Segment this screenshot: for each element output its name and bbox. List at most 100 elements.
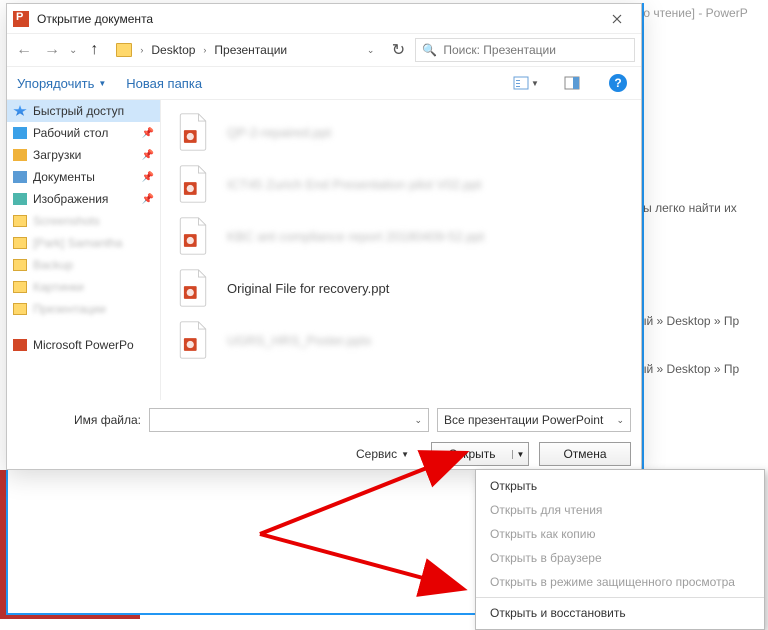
nav-recent-dropdown[interactable]: ⌄ <box>69 45 77 56</box>
filetype-select[interactable]: Все презентации PowerPoint⌄ <box>437 408 631 432</box>
pin-icon: 📌 <box>142 172 154 183</box>
ppt-file-icon <box>173 268 213 308</box>
folder-icon <box>116 43 132 57</box>
ppt-file-icon <box>173 320 213 360</box>
sidebar-item-folder[interactable]: Картинки <box>7 276 160 298</box>
folder-icon <box>13 259 27 271</box>
file-row[interactable]: UGRS_HRS_Poster.pptx <box>169 314 633 366</box>
dialog-titlebar[interactable]: Открытие документа <box>7 4 641 34</box>
dialog-toolbar: Упорядочить▼ Новая папка ▼ ? <box>7 66 641 100</box>
star-icon <box>13 105 27 117</box>
file-name: UGRS_HRS_Poster.pptx <box>227 333 372 348</box>
file-row[interactable]: QP-2-repaired.ppt <box>169 106 633 158</box>
sidebar-item-documents[interactable]: Документы📌 <box>7 166 160 188</box>
sidebar-item-folder[interactable]: Презентации <box>7 298 160 320</box>
sidebar-item-folder[interactable]: [Park] Samantha <box>7 232 160 254</box>
search-input[interactable]: 🔍 Поиск: Презентации <box>415 38 635 62</box>
sidebar-item-folder[interactable]: Backup <box>7 254 160 276</box>
view-options-button[interactable]: ▼ <box>513 71 539 95</box>
open-dropdown-menu: ОткрытьОткрыть для чтенияОткрыть как коп… <box>475 469 765 630</box>
images-icon <box>13 193 27 205</box>
new-folder-button[interactable]: Новая папка <box>126 76 202 91</box>
sidebar-item-quick-access[interactable]: Быстрый доступ <box>7 100 160 122</box>
powerpoint-icon <box>13 11 29 27</box>
chevron-right-icon: › <box>201 45 208 55</box>
chevron-down-icon: ⌄ <box>616 415 624 426</box>
close-button[interactable] <box>599 7 635 31</box>
pin-icon: 📌 <box>142 150 154 161</box>
organize-button[interactable]: Упорядочить▼ <box>17 76 106 91</box>
breadcrumb-segment-2[interactable]: Презентации <box>214 43 287 57</box>
dialog-footer: Имя файла: ⌄ Все презентации PowerPoint⌄… <box>7 400 641 476</box>
page-root: ко чтение] - PowerP пки чтобы легко найт… <box>0 0 768 619</box>
menu-item: Открыть в браузере <box>476 546 764 570</box>
close-icon <box>612 14 622 24</box>
filename-input[interactable]: ⌄ <box>149 408 429 432</box>
ppt-file-icon <box>173 164 213 204</box>
background-app-title: ко чтение] - PowerP <box>638 4 768 26</box>
menu-item: Открыть для чтения <box>476 498 764 522</box>
file-row[interactable]: Original File for recovery.ppt <box>169 262 633 314</box>
nav-up-button[interactable]: ↑ <box>83 39 105 61</box>
help-icon: ? <box>609 74 627 92</box>
folder-icon <box>13 303 27 315</box>
menu-item[interactable]: Открыть и восстановить <box>476 601 764 625</box>
chevron-down-icon: ▼ <box>98 79 106 88</box>
file-list[interactable]: QP-2-repaired.ppt ICT45 Zurich End Presen… <box>161 100 641 400</box>
file-row[interactable]: KBC ant compliance report 20180409-52.pp… <box>169 210 633 262</box>
pin-icon: 📌 <box>142 128 154 139</box>
open-split-button[interactable]: Открыть ▼ <box>431 442 529 466</box>
preview-pane-icon <box>564 76 580 90</box>
sidebar-item-folder[interactable]: Screenshots <box>7 210 160 232</box>
chevron-down-icon: ▼ <box>531 79 539 88</box>
sidebar-item-downloads[interactable]: Загрузки📌 <box>7 144 160 166</box>
ppt-file-icon <box>173 112 213 152</box>
dialog-title: Открытие документа <box>37 12 599 26</box>
search-icon: 🔍 <box>422 43 437 57</box>
breadcrumb-segment-1[interactable]: Desktop <box>151 43 195 57</box>
file-row[interactable]: ICT45 Zurich End Presentation pilot V02.… <box>169 158 633 210</box>
pin-icon: 📌 <box>142 194 154 205</box>
chevron-right-icon: › <box>138 45 145 55</box>
refresh-button[interactable]: ↻ <box>387 40 409 60</box>
breadcrumb[interactable]: › Desktop › Презентации ⌄ <box>111 38 381 62</box>
dialog-body: Быстрый доступ Рабочий стол📌 Загрузки📌 Д… <box>7 100 641 400</box>
file-name: Original File for recovery.ppt <box>227 281 389 296</box>
sidebar-item-desktop[interactable]: Рабочий стол📌 <box>7 122 160 144</box>
view-icon <box>513 76 529 90</box>
help-button[interactable]: ? <box>605 71 631 95</box>
folder-icon <box>13 237 27 249</box>
menu-item[interactable]: Открыть <box>476 474 764 498</box>
menu-item: Открыть в режиме защищенного просмотра <box>476 570 764 594</box>
sidebar-item-powerpoint[interactable]: Microsoft PowerPo <box>7 334 160 356</box>
desktop-icon <box>13 127 27 139</box>
chevron-down-icon[interactable]: ⌄ <box>365 45 377 56</box>
nav-back-button[interactable]: ← <box>13 39 35 61</box>
sidebar-item-images[interactable]: Изображения📌 <box>7 188 160 210</box>
open-button-main[interactable]: Открыть <box>432 447 512 461</box>
tools-button[interactable]: Сервис▼ <box>356 447 409 461</box>
open-button-dropdown[interactable]: ▼ <box>512 450 528 459</box>
powerpoint-icon <box>13 339 27 351</box>
file-name: ICT45 Zurich End Presentation pilot V02.… <box>227 177 481 192</box>
file-name: QP-2-repaired.ppt <box>227 125 331 140</box>
filename-label: Имя файла: <box>17 413 141 427</box>
search-placeholder: Поиск: Презентации <box>443 43 556 57</box>
file-name: KBC ant compliance report 20180409-52.pp… <box>227 229 484 244</box>
downloads-icon <box>13 149 27 161</box>
open-file-dialog: Открытие документа ← → ⌄ ↑ › Desktop › П… <box>6 3 642 470</box>
preview-pane-button[interactable] <box>559 71 585 95</box>
folder-icon <box>13 215 27 227</box>
cancel-button[interactable]: Отмена <box>539 442 631 466</box>
chevron-down-icon: ▼ <box>401 450 409 459</box>
nav-forward-button: → <box>41 39 63 61</box>
folder-icon <box>13 281 27 293</box>
chevron-down-icon: ▼ <box>517 450 525 459</box>
nav-sidebar: Быстрый доступ Рабочий стол📌 Загрузки📌 Д… <box>7 100 161 400</box>
menu-item: Открыть как копию <box>476 522 764 546</box>
ppt-file-icon <box>173 216 213 256</box>
menu-separator <box>476 597 764 598</box>
documents-icon <box>13 171 27 183</box>
chevron-down-icon: ⌄ <box>414 415 422 426</box>
nav-row: ← → ⌄ ↑ › Desktop › Презентации ⌄ ↻ 🔍 По… <box>7 34 641 66</box>
